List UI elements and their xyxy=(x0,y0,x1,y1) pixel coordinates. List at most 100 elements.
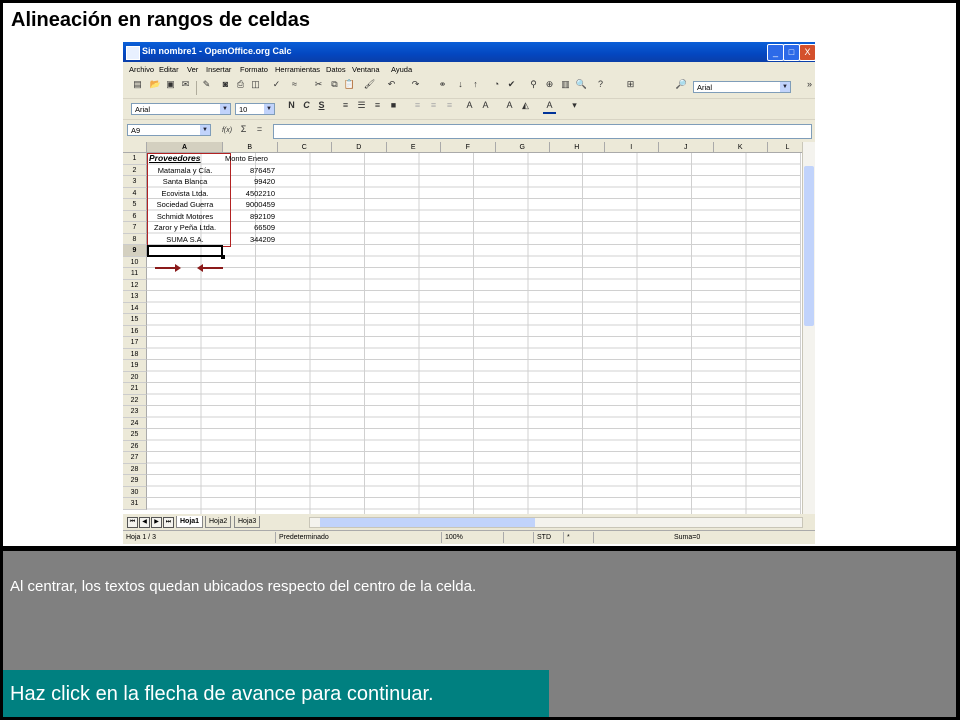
row-header-2[interactable]: 2 xyxy=(123,164,147,176)
vertical-scrollbar[interactable] xyxy=(802,142,815,514)
row-header-21[interactable]: 21 xyxy=(123,383,147,395)
menu-ver[interactable]: Ver xyxy=(187,65,198,74)
row-header-9[interactable]: 9 xyxy=(123,245,147,257)
row-header-5[interactable]: 5 xyxy=(123,199,147,211)
maximize-button[interactable]: □ xyxy=(783,44,800,61)
column-header-b[interactable]: B xyxy=(223,142,278,153)
chevron-down-icon[interactable]: ▼ xyxy=(220,104,230,114)
menu-formato[interactable]: Formato xyxy=(240,65,268,74)
font-preview-icon[interactable]: 🔎 xyxy=(675,78,688,91)
sort-descending-icon[interactable]: ↑ xyxy=(469,78,482,91)
align-center-icon[interactable]: ☰ xyxy=(355,99,368,112)
format-paintbrush-icon[interactable]: 🖌 xyxy=(363,78,376,91)
next-sheet-icon[interactable]: ▶ xyxy=(151,517,162,528)
cell-b6[interactable]: 892109 xyxy=(223,211,275,223)
zoom-icon[interactable]: 🔍 xyxy=(575,78,588,91)
row-header-10[interactable]: 10 xyxy=(123,256,147,268)
cell-area[interactable]: Proveedores Monto Enero Matamala y Cía. … xyxy=(147,153,801,514)
italic-button[interactable]: C xyxy=(300,99,313,112)
highlight-icon[interactable]: A xyxy=(503,99,516,112)
row-header-16[interactable]: 16 xyxy=(123,325,147,337)
row-header-7[interactable]: 7 xyxy=(123,222,147,234)
menu-herramientas[interactable]: Herramientas xyxy=(275,65,320,74)
row-header-6[interactable]: 6 xyxy=(123,210,147,222)
underline-button[interactable]: S xyxy=(315,99,328,112)
row-header-30[interactable]: 30 xyxy=(123,486,147,498)
row-header-27[interactable]: 27 xyxy=(123,452,147,464)
bold-button[interactable]: N xyxy=(285,99,298,112)
navigator-icon[interactable]: ⊕ xyxy=(543,78,556,91)
autospellcheck-icon[interactable]: ≈ xyxy=(288,78,301,91)
column-header-e[interactable]: E xyxy=(386,142,441,153)
chart-icon[interactable]: ◔ xyxy=(490,78,503,91)
row-header-23[interactable]: 23 xyxy=(123,406,147,418)
column-header-g[interactable]: G xyxy=(495,142,550,153)
cell-a3[interactable]: Santa Blanca xyxy=(147,176,223,188)
row-header-11[interactable]: 11 xyxy=(123,268,147,280)
title-bar[interactable]: Sin nombre1 - OpenOffice.org Calc _ □ X xyxy=(123,42,815,62)
row-header-19[interactable]: 19 xyxy=(123,360,147,372)
row-header-13[interactable]: 13 xyxy=(123,291,147,303)
hyperlink-icon[interactable]: ⚭ xyxy=(436,78,449,91)
cell-a6[interactable]: Schmidt Motores xyxy=(147,211,223,223)
row-header-20[interactable]: 20 xyxy=(123,371,147,383)
font-name-combo[interactable]: Arial ▼ xyxy=(131,103,231,115)
fill-handle[interactable] xyxy=(221,255,225,259)
row-header-3[interactable]: 3 xyxy=(123,176,147,188)
active-cell-cursor[interactable] xyxy=(147,245,223,257)
cell-b8[interactable]: 344209 xyxy=(223,234,275,246)
cell-b1[interactable]: Monto Enero xyxy=(223,153,279,165)
close-button[interactable]: X xyxy=(799,44,815,61)
toolbar-overflow-icon[interactable]: » xyxy=(803,78,815,91)
valign-top-icon[interactable]: ≡ xyxy=(427,99,440,112)
name-box[interactable]: A9 ▼ xyxy=(127,124,211,136)
column-header-c[interactable]: C xyxy=(277,142,332,153)
cell-b3[interactable]: 99420 xyxy=(223,176,275,188)
sort-ascending-icon[interactable]: ↓ xyxy=(454,78,467,91)
align-right-icon[interactable]: ≡ xyxy=(371,99,384,112)
cell-b2[interactable]: 876457 xyxy=(223,165,275,177)
column-header-d[interactable]: D xyxy=(332,142,387,153)
row-header-31[interactable]: 31 xyxy=(123,498,147,510)
formula-input[interactable] xyxy=(273,124,812,139)
minimize-button[interactable]: _ xyxy=(767,44,784,61)
align-left-icon[interactable]: ≡ xyxy=(339,99,352,112)
valign-center-icon[interactable]: ≡ xyxy=(443,99,456,112)
menu-archivo[interactable]: Archivo xyxy=(129,65,154,74)
undo-icon[interactable]: ↶ xyxy=(385,78,398,91)
tab-hoja3[interactable]: Hoja3 xyxy=(234,516,261,528)
draw-functions-icon[interactable]: ✔ xyxy=(505,78,518,91)
cell-a2[interactable]: Matamala y Cía. xyxy=(147,165,223,177)
cell-a5[interactable]: Sociedad Guerra xyxy=(147,199,223,211)
decrease-font-icon[interactable]: A xyxy=(479,99,492,112)
menu-ayuda[interactable]: Ayuda xyxy=(391,65,412,74)
function-wizard-icon[interactable]: f(x) xyxy=(219,124,235,137)
find-replace-icon[interactable]: ⚲ xyxy=(527,78,540,91)
row-header-24[interactable]: 24 xyxy=(123,417,147,429)
chevron-down-icon[interactable]: ▼ xyxy=(264,104,274,114)
status-zoom[interactable]: 100% xyxy=(441,532,501,543)
email-icon[interactable]: ✉ xyxy=(179,78,192,91)
column-header-j[interactable]: J xyxy=(659,142,714,153)
cell-b7[interactable]: 66509 xyxy=(223,222,275,234)
column-header-k[interactable]: K xyxy=(713,142,768,153)
status-mode[interactable]: STD xyxy=(533,532,561,543)
merge-cells-icon[interactable]: ≡ xyxy=(411,99,424,112)
print-preview-icon[interactable]: ◫ xyxy=(249,78,262,91)
chevron-down-icon[interactable]: ▼ xyxy=(200,125,210,135)
cell-b4[interactable]: 4502210 xyxy=(223,188,275,200)
paste-icon[interactable]: 📋 xyxy=(343,78,356,91)
vertical-scroll-thumb[interactable] xyxy=(804,166,814,326)
last-sheet-icon[interactable]: ⏭ xyxy=(163,517,174,528)
open-folder-icon[interactable]: 📂 xyxy=(149,78,162,91)
select-all-corner[interactable] xyxy=(123,142,147,153)
row-header-18[interactable]: 18 xyxy=(123,348,147,360)
help-icon[interactable]: ? xyxy=(594,78,607,91)
print-icon[interactable]: ⎙ xyxy=(234,78,247,91)
prev-sheet-icon[interactable]: ◀ xyxy=(139,517,150,528)
gallery-icon[interactable]: ▥ xyxy=(559,78,572,91)
cut-icon[interactable]: ✂ xyxy=(312,78,325,91)
increase-font-icon[interactable]: A xyxy=(463,99,476,112)
horizontal-scrollbar[interactable] xyxy=(309,517,803,528)
font-name-combo-top[interactable]: Arial ▼ xyxy=(693,81,791,93)
